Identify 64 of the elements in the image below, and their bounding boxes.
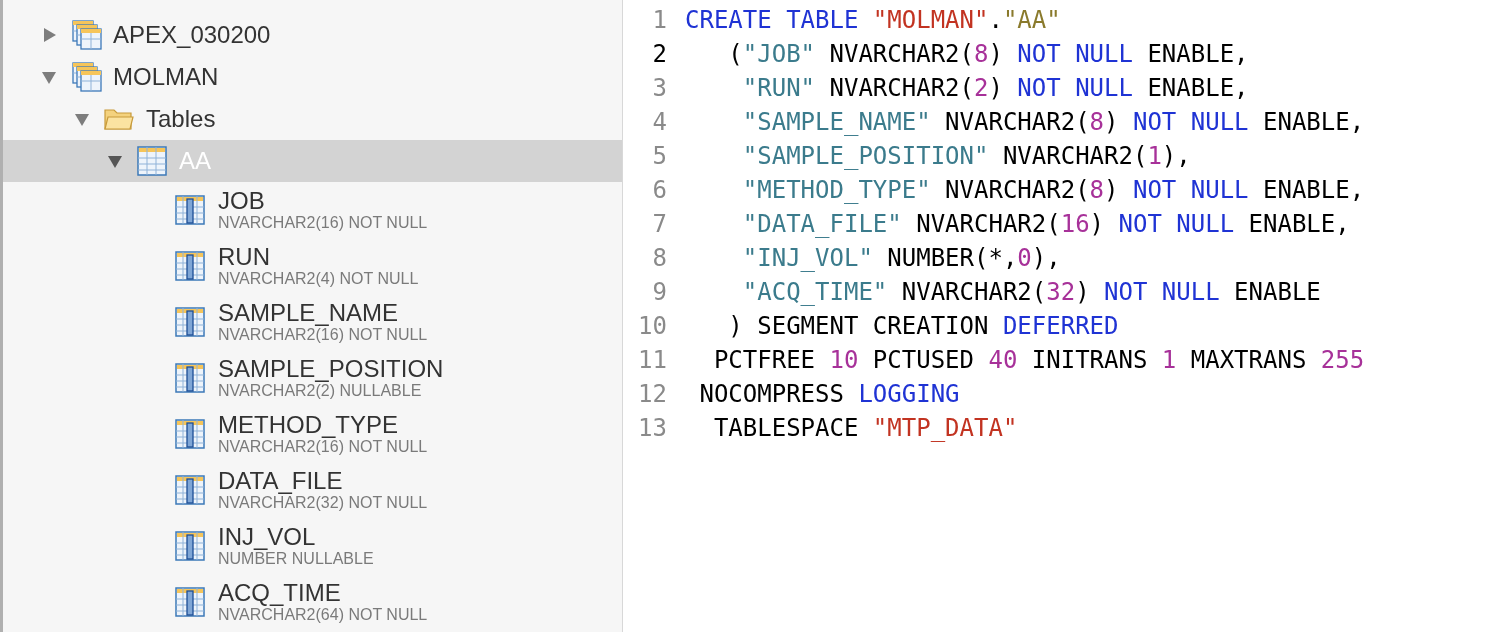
column-type: NVARCHAR2(16) NOT NULL bbox=[218, 439, 428, 455]
code-line: "RUN" NVARCHAR2(2) NOT NULL ENABLE, bbox=[741, 73, 1249, 104]
column-type: NVARCHAR2(64) NOT NULL bbox=[218, 607, 428, 623]
column-type: NVARCHAR2(16) NOT NULL bbox=[218, 327, 428, 343]
table-column-icon bbox=[175, 251, 205, 281]
column-name[interactable]: JOB bbox=[218, 189, 428, 213]
column-name[interactable]: SAMPLE_POSITION bbox=[218, 357, 444, 381]
column-type: NVARCHAR2(4) NOT NULL bbox=[218, 271, 419, 287]
line-number: 6 bbox=[651, 175, 667, 206]
line-number: 13 bbox=[637, 413, 667, 444]
line-number: 7 bbox=[651, 209, 667, 240]
code-line: "SAMPLE_POSITION" NVARCHAR2(1), bbox=[741, 141, 1191, 172]
tree-row[interactable]: MOLMAN bbox=[3, 56, 622, 98]
code-line: NOCOMPRESS LOGGING bbox=[698, 379, 960, 410]
column-name[interactable]: ACQ_TIME bbox=[218, 581, 428, 605]
line-number: 5 bbox=[651, 141, 667, 172]
line-number: 11 bbox=[637, 345, 667, 376]
tree-row[interactable]: APEX_030200 bbox=[3, 14, 622, 56]
code-line: ("JOB" NVARCHAR2(8) NOT NULL ENABLE, bbox=[727, 39, 1249, 70]
line-number: 12 bbox=[637, 379, 667, 410]
table-icon bbox=[137, 146, 167, 176]
line-number: 9 bbox=[651, 277, 667, 308]
code-line: ) SEGMENT CREATION DEFERRED bbox=[727, 311, 1119, 342]
column-name[interactable]: SAMPLE_NAME bbox=[218, 301, 428, 325]
column-name[interactable]: METHOD_TYPE bbox=[218, 413, 428, 437]
table-column-icon bbox=[175, 363, 205, 393]
line-number: 1 bbox=[651, 5, 667, 36]
disclosure-triangle-icon[interactable] bbox=[41, 69, 57, 85]
code-line: "METHOD_TYPE" NVARCHAR2(8) NOT NULL ENABLE, bbox=[741, 175, 1365, 206]
stacked-tables-icon bbox=[71, 19, 103, 51]
table-column-icon bbox=[175, 531, 205, 561]
column-type: NVARCHAR2(16) NOT NULL bbox=[218, 215, 428, 231]
code-line: CREATE TABLE "MOLMAN"."AA" bbox=[685, 5, 1061, 36]
tree-row[interactable]: Tables bbox=[3, 98, 622, 140]
folder-icon bbox=[104, 107, 134, 131]
tree-label: APEX_030200 bbox=[113, 20, 271, 50]
tree-label: Tables bbox=[146, 104, 216, 134]
code-line: "DATA_FILE" NVARCHAR2(16) NOT NULL ENABLE, bbox=[741, 209, 1350, 240]
table-column-icon bbox=[175, 419, 205, 449]
column-name[interactable]: INJ_VOL bbox=[218, 525, 374, 549]
column-type: NVARCHAR2(32) NOT NULL bbox=[218, 495, 428, 511]
code-line: "SAMPLE_NAME" NVARCHAR2(8) NOT NULL ENABLE, bbox=[741, 107, 1365, 138]
tree-label: MOLMAN bbox=[113, 62, 219, 92]
code-line: PCTFREE 10 PCTUSED 40 INITRANS 1 MAXTRANS 255 bbox=[712, 345, 1365, 376]
table-column-icon bbox=[175, 307, 205, 337]
column-type: NVARCHAR2(2) NULLABLE bbox=[218, 383, 423, 399]
table-column-icon bbox=[175, 587, 205, 617]
code-line: TABLESPACE "MTP_DATA" bbox=[712, 413, 1018, 444]
column-name[interactable]: DATA_FILE bbox=[218, 469, 428, 493]
table-column-icon bbox=[175, 475, 205, 505]
line-number: 10 bbox=[637, 311, 667, 342]
line-number: 2 bbox=[651, 39, 667, 70]
disclosure-triangle-icon[interactable] bbox=[41, 27, 57, 43]
line-number: 3 bbox=[651, 73, 667, 104]
column-name[interactable]: RUN bbox=[218, 245, 419, 269]
code-line: "INJ_VOL" NUMBER(*,0), bbox=[741, 243, 1061, 274]
disclosure-triangle-icon[interactable] bbox=[74, 111, 90, 127]
stacked-tables-icon bbox=[71, 61, 103, 93]
line-number: 8 bbox=[651, 243, 667, 274]
code-line: "ACQ_TIME" NVARCHAR2(32) NOT NULL ENABLE bbox=[741, 277, 1321, 308]
disclosure-triangle-icon[interactable] bbox=[107, 153, 123, 169]
line-number: 4 bbox=[651, 107, 667, 138]
table-column-icon bbox=[175, 195, 205, 225]
column-type: NUMBER NULLABLE bbox=[218, 551, 374, 567]
